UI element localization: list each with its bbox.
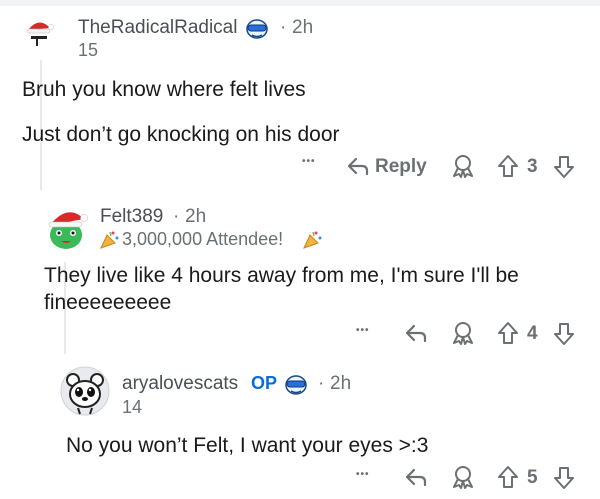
top-divider [0, 0, 600, 6]
comment-text: They live like 4 hours away from me, I'm… [44, 264, 519, 314]
vote-count: 3 [527, 156, 538, 177]
timestamp: 2h [292, 17, 314, 38]
award-icon[interactable] [450, 154, 476, 178]
downvote-icon[interactable] [553, 466, 575, 490]
separator-dot: · [280, 17, 287, 38]
upvote-icon[interactable] [497, 321, 519, 345]
timestamp: 2h [330, 373, 352, 394]
username[interactable]: aryalovescats [122, 373, 238, 395]
flair: 15 [78, 40, 99, 60]
flair: 3,000,000 Attendee! [122, 229, 284, 249]
reply-icon[interactable] [404, 466, 428, 488]
username[interactable]: TheRadicalRadical [78, 17, 237, 39]
award-icon[interactable] [450, 465, 476, 489]
vote-count: 4 [527, 323, 538, 344]
vr-headset-icon [245, 18, 269, 40]
comment-paragraph: Bruh you know where felt lives [22, 78, 306, 101]
vr-headset-icon [284, 374, 308, 396]
reply-icon[interactable] [346, 155, 370, 177]
downvote-icon[interactable] [553, 322, 575, 346]
more-options-button[interactable]: ••• [302, 156, 316, 167]
downvote-icon[interactable] [553, 155, 575, 179]
party-popper-icon [98, 230, 120, 250]
op-badge: OP [251, 373, 278, 393]
comment-paragraph: Just don’t go knocking on his door [22, 123, 340, 146]
username[interactable]: Felt389 [100, 206, 163, 228]
more-options-button[interactable]: ••• [356, 325, 370, 336]
flair: 14 [122, 397, 143, 417]
comment-text: No you won’t Felt, I want your eyes >:3 [66, 434, 429, 457]
avatar[interactable] [60, 366, 110, 416]
upvote-icon[interactable] [497, 154, 519, 178]
reply-icon[interactable] [404, 322, 428, 344]
avatar[interactable] [22, 14, 56, 48]
reply-button[interactable]: Reply [375, 156, 427, 178]
timestamp: 2h [185, 206, 207, 227]
vote-count: 5 [527, 467, 538, 488]
separator-dot: · [173, 206, 180, 227]
upvote-icon[interactable] [497, 465, 519, 489]
separator-dot: · [318, 373, 325, 394]
avatar[interactable] [44, 203, 88, 251]
more-options-button[interactable]: ••• [356, 469, 370, 480]
award-icon[interactable] [450, 321, 476, 345]
party-popper-icon [301, 230, 323, 250]
